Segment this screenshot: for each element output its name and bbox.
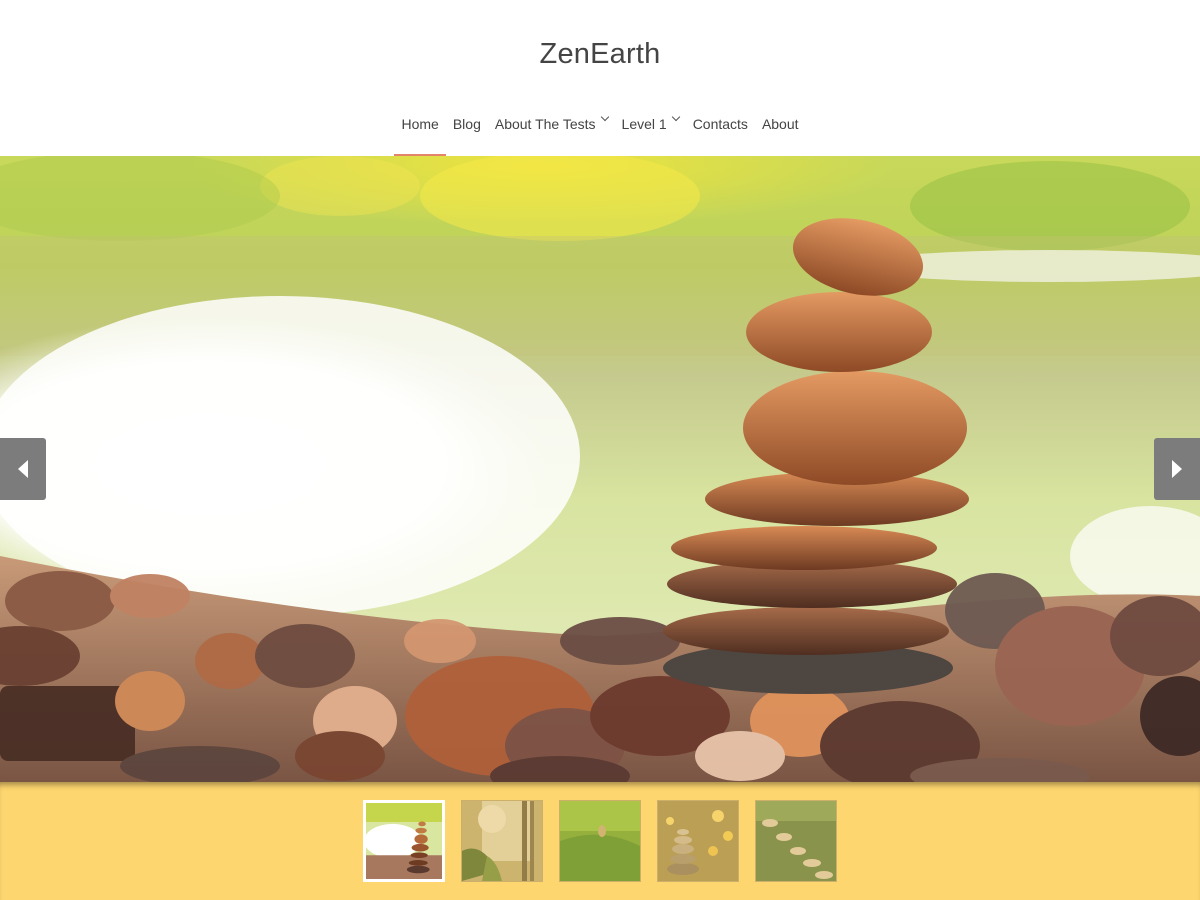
- nav-item-blog[interactable]: Blog: [446, 111, 488, 156]
- nav-item-about-the-tests[interactable]: About The Tests: [488, 111, 615, 156]
- hero-image-stacked-stones: [0, 156, 1200, 782]
- nav-label: Home: [401, 116, 439, 132]
- thumbnail-list: [363, 800, 837, 882]
- thumbnail-strip: [0, 782, 1200, 900]
- chevron-down-icon: [671, 112, 680, 122]
- arrow-right-icon: [1172, 460, 1182, 478]
- nav-item-level-1[interactable]: Level 1: [615, 111, 686, 156]
- nav-label: About: [761, 116, 799, 132]
- site-title[interactable]: ZenEarth: [0, 38, 1200, 71]
- nav-label: Contacts: [692, 116, 748, 132]
- nav-item-home[interactable]: Home: [394, 111, 447, 156]
- slider-next-button[interactable]: [1154, 438, 1200, 500]
- slider-prev-button[interactable]: [0, 438, 46, 500]
- thumbnail-garden-bamboo[interactable]: [461, 800, 543, 882]
- main-nav: Home Blog About The Tests Level 1 Contac…: [0, 111, 1200, 156]
- nav-label: Level 1: [621, 116, 667, 132]
- arrow-left-icon: [18, 460, 28, 478]
- nav-item-contacts[interactable]: Contacts: [686, 111, 755, 156]
- thumbnail-green-grass[interactable]: [559, 800, 641, 882]
- thumbnail-stones-bokeh[interactable]: [657, 800, 739, 882]
- thumbnail-stepping-stones[interactable]: [755, 800, 837, 882]
- thumbnail-stacked-stones[interactable]: [363, 800, 445, 882]
- nav-item-about[interactable]: About: [755, 111, 806, 156]
- chevron-down-icon: [600, 112, 609, 122]
- nav-label: About The Tests: [494, 116, 596, 132]
- nav-label: Blog: [452, 116, 481, 132]
- site-header: ZenEarth Home Blog About The Tests Level…: [0, 0, 1200, 156]
- hero-slider: [0, 156, 1200, 782]
